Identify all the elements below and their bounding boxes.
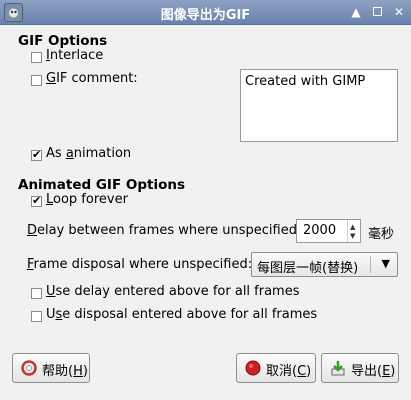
loop-forever-label[interactable]: Loop forever bbox=[46, 192, 128, 207]
as-animation-label[interactable]: As animation bbox=[46, 146, 131, 161]
delay-unit: 毫秒 bbox=[368, 227, 395, 242]
use-disposal-label-text: e disposal entered above for all frames bbox=[62, 307, 318, 322]
window-maximize-icon[interactable] bbox=[370, 4, 386, 20]
help-label-pre: 帮助( bbox=[42, 364, 74, 379]
spin-down-icon[interactable]: ▼ bbox=[350, 232, 355, 240]
cancel-label-post: ) bbox=[306, 364, 312, 379]
help-button-label: 帮助(H) bbox=[42, 360, 88, 379]
help-button[interactable]: 帮助(H) bbox=[12, 353, 90, 383]
gif-comment-textarea[interactable]: Created with GIMP bbox=[240, 69, 398, 142]
export-arrow-icon bbox=[330, 360, 346, 376]
cancel-button[interactable]: 取消(C) bbox=[236, 353, 316, 383]
export-button-label: 导出(E) bbox=[351, 360, 395, 379]
use-delay-label[interactable]: Use delay entered above for all frames bbox=[46, 284, 300, 299]
delay-label-text: elay between frames where unspecified: bbox=[37, 223, 302, 238]
delay-spinbutton[interactable]: 2000 ▲ ▼ bbox=[296, 219, 361, 243]
export-button[interactable]: 导出(E) bbox=[321, 353, 399, 383]
combo-separator bbox=[370, 256, 371, 273]
window-close-icon[interactable]: ✕ bbox=[391, 4, 407, 20]
delay-value[interactable]: 2000 bbox=[303, 223, 336, 238]
cancel-label-pre: 取消( bbox=[266, 364, 298, 379]
use-disposal-checkbox[interactable] bbox=[31, 311, 42, 322]
frame-disposal-dropdown[interactable]: 每图层一帧(替换) ▼ bbox=[251, 252, 398, 277]
frame-disposal-label: Frame disposal where unspecified: bbox=[27, 257, 252, 272]
use-delay-label-text: se delay entered above for all frames bbox=[55, 284, 300, 299]
cancel-button-label: 取消(C) bbox=[266, 360, 311, 379]
loop-forever-checkbox[interactable] bbox=[31, 194, 42, 207]
delay-mnemonic: D bbox=[27, 223, 38, 238]
loop-forever-mnemonic: L bbox=[46, 192, 54, 207]
use-disposal-label[interactable]: Use disposal entered above for all frame… bbox=[46, 307, 317, 322]
use-disposal-label-pre: U bbox=[46, 307, 56, 322]
gif-comment-label-text: IF comment: bbox=[56, 71, 138, 86]
help-label-post: ) bbox=[82, 364, 88, 379]
cancel-stop-icon bbox=[245, 360, 261, 376]
gif-comment-mnemonic: G bbox=[46, 71, 57, 86]
help-lifebuoy-icon bbox=[21, 360, 37, 376]
frame-disposal-selected: 每图层一帧(替换) bbox=[257, 261, 359, 276]
delay-label: Delay between frames where unspecified: bbox=[27, 223, 301, 238]
use-delay-mnemonic: U bbox=[46, 284, 56, 299]
frame-disposal-label-text: rame disposal where unspecified: bbox=[33, 257, 253, 272]
animated-gif-options-heading: Animated GIF Options bbox=[18, 177, 186, 193]
export-label-pre: 导出( bbox=[351, 364, 383, 379]
gif-comment-label[interactable]: GIF comment: bbox=[46, 71, 138, 86]
as-animation-label-pre: As bbox=[46, 146, 66, 161]
title-bar[interactable]: 图像导出为GIF ▲ ✕ bbox=[0, 0, 411, 25]
gif-options-heading: GIF Options bbox=[18, 33, 108, 49]
cancel-mnemonic: C bbox=[297, 364, 307, 379]
interlace-label-text: nterlace bbox=[49, 48, 104, 63]
as-animation-label-text: nimation bbox=[73, 146, 132, 161]
use-delay-checkbox[interactable] bbox=[31, 288, 42, 299]
window-up-icon[interactable]: ▲ bbox=[348, 4, 364, 20]
as-animation-mnemonic: a bbox=[65, 146, 74, 161]
help-mnemonic: H bbox=[73, 364, 83, 379]
export-label-post: ) bbox=[390, 364, 396, 379]
as-animation-checkbox[interactable] bbox=[31, 148, 42, 161]
interlace-checkbox[interactable] bbox=[31, 52, 42, 63]
delay-spin-arrows[interactable]: ▲ ▼ bbox=[347, 220, 360, 242]
chevron-down-icon[interactable]: ▼ bbox=[382, 257, 390, 270]
loop-forever-label-text: oop forever bbox=[53, 192, 128, 207]
gif-comment-checkbox[interactable] bbox=[31, 75, 42, 86]
interlace-label[interactable]: Interlace bbox=[46, 48, 103, 63]
spin-up-icon[interactable]: ▲ bbox=[350, 223, 355, 231]
